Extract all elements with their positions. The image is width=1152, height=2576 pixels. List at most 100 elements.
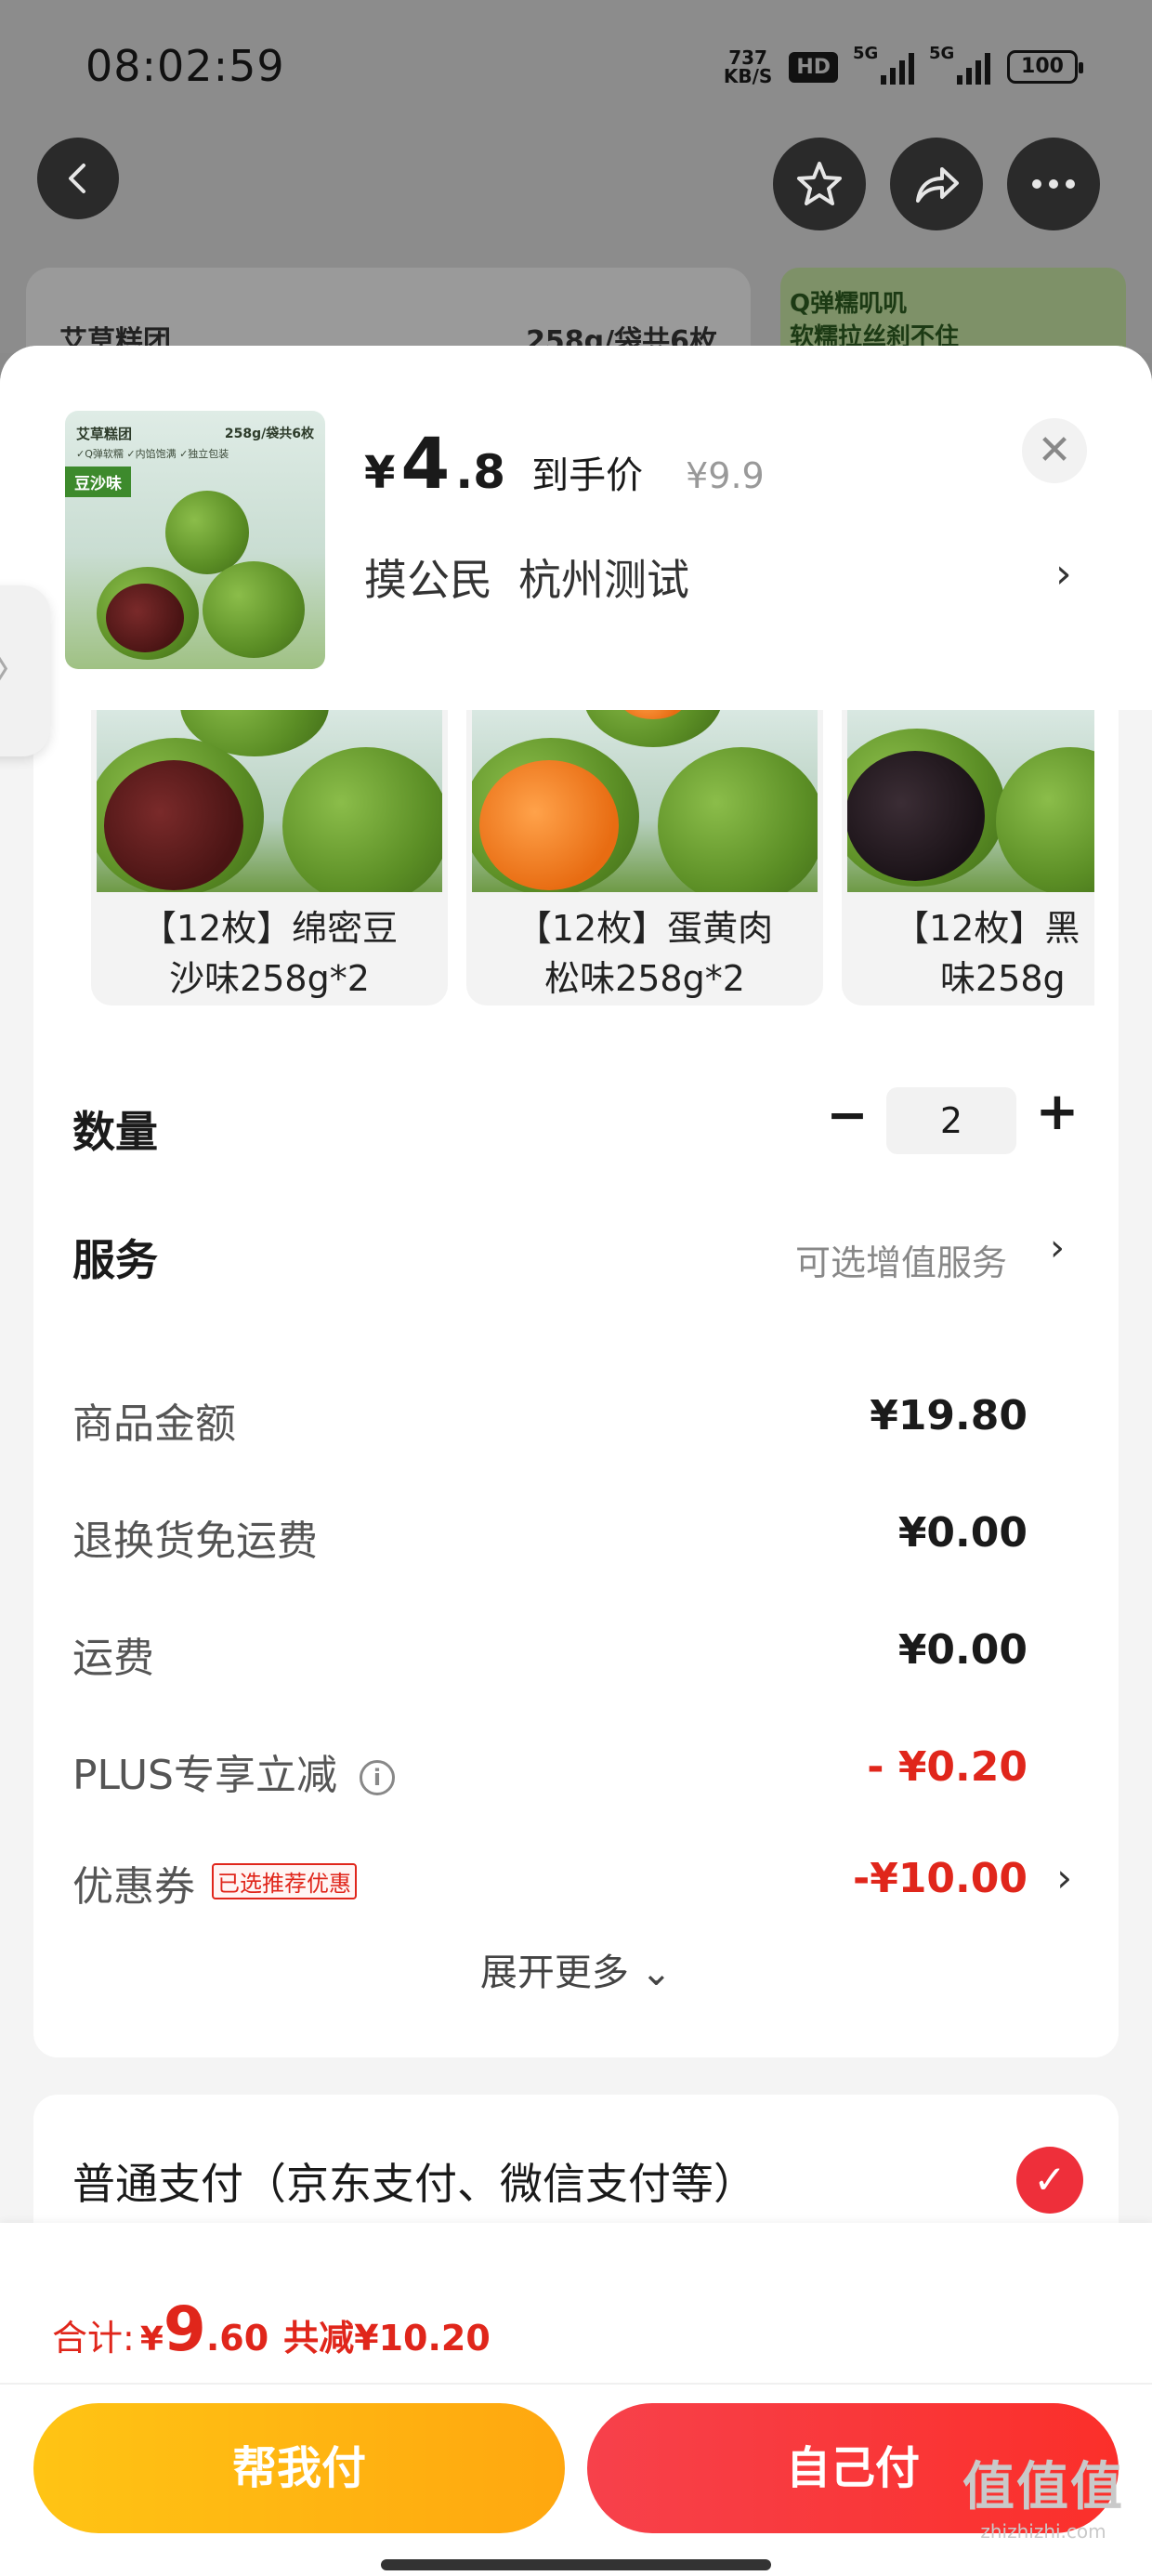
chevron-right-icon[interactable]: › [1050, 1227, 1065, 1269]
back-button[interactable] [37, 138, 119, 219]
variant-option[interactable]: 【12枚】蛋黄肉 松味258g*2 [466, 710, 823, 1005]
divider [0, 2383, 1152, 2385]
cost-value: ¥19.80 [870, 1392, 1028, 1439]
variant-label-line: 【12枚】黑 [894, 908, 1080, 949]
thumbnail-tags: ✓Q弹软糯 ✓内馅饱满 ✓独立包装 [76, 448, 229, 460]
variant-label: 【12枚】蛋黄肉 松味258g*2 [466, 903, 823, 1004]
hd-icon: HD [789, 51, 838, 83]
variant-label-line: 松味258g*2 [544, 958, 745, 999]
cost-row-shipping: 运费 ¥0.00 [33, 1624, 1119, 1699]
signal-icon: 5G [853, 44, 914, 85]
net-speed-indicator: 737 KB/S [724, 48, 772, 85]
product-thumbnail[interactable]: 艾草糕团 258g/袋共6枚 ✓Q弹软糯 ✓内馅饱满 ✓独立包装 豆沙味 [65, 411, 325, 669]
background-page: 08:02:59 737 KB/S HD 5G 5G 100 艾草糕团 258g… [0, 0, 1152, 379]
expand-more-button[interactable]: 展开更多 ⌄ [33, 1942, 1119, 1996]
cost-label: 优惠券 已选推荐优惠 [72, 1853, 357, 1912]
address-city: 杭州测试 [518, 555, 689, 605]
battery-icon: 100 [1007, 50, 1083, 84]
variant-option[interactable]: 【12枚】绵密豆 沙味258g*2 [91, 710, 448, 1005]
variant-label-line: 【12枚】绵密豆 [140, 908, 399, 949]
variant-label-line: 【12枚】蛋黄肉 [516, 908, 774, 949]
variant-label: 【12枚】绵密豆 沙味258g*2 [91, 903, 448, 1004]
thumbnail-brand: 艾草糕团 [76, 426, 133, 442]
cost-label: 退换货免运费 [72, 1518, 318, 1565]
total-label: 合计: [52, 2318, 135, 2359]
total-integer: 9 [163, 2293, 206, 2365]
favorite-button[interactable] [773, 138, 866, 230]
cost-value: ¥0.00 [897, 1626, 1028, 1674]
thumbnail-flavor-badge: 豆沙味 [65, 467, 131, 497]
variant-label-line: 味258g [940, 958, 1066, 999]
variant-image [97, 710, 442, 892]
star-icon [797, 162, 842, 205]
sku-selection-sheet: 艾草糕团 258g/袋共6枚 ✓Q弹软糯 ✓内馅饱满 ✓独立包装 豆沙味 ¥ 4… [0, 346, 1152, 2576]
address-name: 摸公民 [364, 555, 492, 605]
status-icons: 737 KB/S HD 5G 5G 100 [724, 44, 1083, 85]
quantity-input[interactable]: 2 [886, 1087, 1016, 1154]
signal-label-2: 5G [929, 44, 955, 63]
promo-line-1: Q弹糯叽叽 [790, 290, 908, 318]
close-button[interactable]: ✕ [1022, 418, 1087, 483]
net-speed-unit: KB/S [723, 65, 773, 87]
cost-value: ¥0.00 [897, 1509, 1028, 1557]
plus-discount-label: PLUS专享立减 [72, 1752, 337, 1799]
price-currency: ¥ [364, 447, 396, 499]
thumbnail-dumpling [203, 561, 305, 658]
variant-option[interactable]: 【12枚】黑 味258g [842, 710, 1094, 1005]
thumbnail-dumpling [165, 491, 249, 574]
service-hint[interactable]: 可选增值服务 [795, 1234, 1007, 1285]
price-row: ¥ 4 .8 到手价 ¥9.9 [364, 422, 765, 505]
cost-row-plus-discount: PLUS专享立减 i - ¥0.20 [33, 1741, 1119, 1816]
cost-row-return-shipping: 退换货免运费 ¥0.00 [33, 1507, 1119, 1582]
price-integer: 4 [400, 422, 451, 505]
total-saved: 共减¥10.20 [283, 2318, 491, 2359]
price-label: 到手价 [531, 454, 644, 497]
payment-method-label: 普通支付（京东支付、微信支付等） [72, 2159, 756, 2209]
total-row: 合计: ¥ 9 .60 共减¥10.20 [52, 2293, 491, 2365]
cost-value: - ¥0.20 [867, 1743, 1028, 1791]
quantity-increase-button[interactable]: + [1029, 1082, 1085, 1142]
side-drawer-tab[interactable]: 〉 [0, 585, 50, 756]
check-icon[interactable]: ✓ [1016, 2147, 1083, 2214]
status-time: 08:02:59 [85, 41, 285, 91]
cost-row-coupon[interactable]: 优惠券 已选推荐优惠 -¥10.00 › [33, 1853, 1119, 1927]
cost-label: 商品金额 [72, 1400, 236, 1448]
home-indicator[interactable] [381, 2559, 771, 2570]
total-currency: ¥ [139, 2320, 164, 2359]
price-decimal: .8 [455, 445, 506, 499]
variant-image [847, 710, 1094, 892]
watermark: 值值值 zhizhizhi.com [962, 2445, 1124, 2543]
chevron-right-icon[interactable]: › [1056, 1855, 1072, 1900]
chevron-left-icon [69, 164, 85, 193]
thumbnail-dumpling [97, 567, 199, 660]
variant-list[interactable]: 【12枚】绵密豆 沙味258g*2 【12枚】蛋黄肉 松味258g*2 【12枚… [91, 710, 1094, 1007]
coupon-label: 优惠券 [72, 1863, 195, 1911]
thumbnail-filling [106, 584, 184, 652]
sheet-header: 艾草糕团 258g/袋共6枚 ✓Q弹软糯 ✓内馅饱满 ✓独立包装 豆沙味 ¥ 4… [0, 346, 1152, 710]
share-icon [916, 167, 959, 203]
status-bar: 08:02:59 737 KB/S HD 5G 5G 100 [0, 0, 1152, 130]
watermark-url: zhizhizhi.com [980, 2520, 1106, 2543]
quantity-decrease-button[interactable]: − [819, 1085, 875, 1144]
address-row[interactable]: 摸公民 杭州测试 [364, 546, 689, 608]
coupon-recommended-badge: 已选推荐优惠 [212, 1863, 357, 1899]
variant-label: 【12枚】黑 味258g [842, 903, 1094, 1004]
info-icon[interactable]: i [360, 1760, 395, 1795]
original-price: ¥9.9 [686, 455, 765, 496]
watermark-main: 值值值 [962, 2457, 1124, 2517]
cost-row-item-amount: 商品金额 ¥19.80 [33, 1390, 1119, 1465]
friend-pay-button[interactable]: 帮我付 [33, 2403, 565, 2533]
cost-value: -¥10.00 [852, 1855, 1028, 1902]
cost-label: 运费 [72, 1635, 154, 1682]
quantity-label: 数量 [72, 1107, 158, 1157]
service-label: 服务 [72, 1235, 158, 1285]
chevron-right-icon[interactable]: › [1055, 550, 1072, 598]
thumbnail-spec: 258g/袋共6枚 [224, 427, 314, 441]
checkout-bar: 合计: ¥ 9 .60 共减¥10.20 帮我付 自己付 值值值 zhizhiz… [0, 2223, 1152, 2576]
more-button[interactable] [1007, 138, 1100, 230]
share-button[interactable] [890, 138, 983, 230]
net-speed-value: 737 [728, 46, 767, 69]
variant-image [472, 710, 818, 892]
variant-label-line: 沙味258g*2 [169, 958, 370, 999]
signal-label-1: 5G [853, 44, 879, 63]
